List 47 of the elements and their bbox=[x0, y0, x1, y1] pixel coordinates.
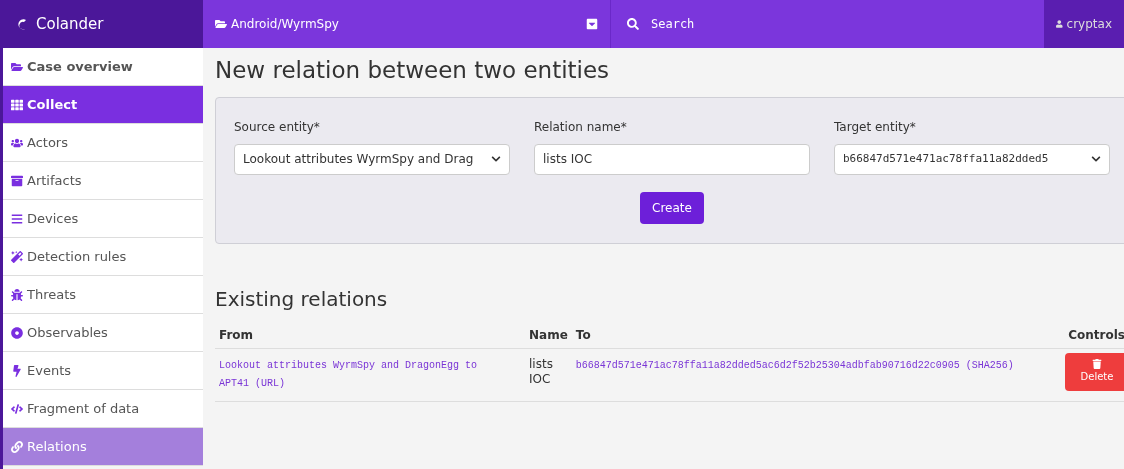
column-header: To bbox=[571, 321, 1063, 349]
column-header: Name bbox=[525, 321, 572, 349]
folder-icon bbox=[215, 18, 227, 30]
grid-icon bbox=[11, 98, 23, 111]
case-selector[interactable]: Android/WyrmSpy bbox=[203, 0, 611, 48]
sidebar-item[interactable]: Devices bbox=[3, 200, 203, 238]
select-field[interactable]: b66847d571e471ac78ffa11a82dded5 bbox=[834, 143, 1110, 175]
bug-icon bbox=[11, 288, 23, 301]
field-label: Relation name* bbox=[534, 118, 628, 136]
link-icon bbox=[11, 440, 23, 453]
sidebar-item[interactable]: Collect bbox=[3, 86, 203, 124]
sidebar-item[interactable]: Detection rules bbox=[3, 238, 203, 276]
brand-name: Colander bbox=[36, 13, 104, 35]
column-header: From bbox=[215, 321, 525, 349]
sidebar-item[interactable]: Threats bbox=[3, 276, 203, 314]
sidebar-item[interactable]: Fragment of data bbox=[3, 390, 203, 428]
page-title: New relation between two entities bbox=[215, 56, 611, 85]
field-label: Source entity* bbox=[234, 118, 321, 136]
entity-link[interactable]: Lookout attributes WyrmSpy and DragonEgg to APT41 (URL) bbox=[219, 356, 509, 393]
archive-icon bbox=[11, 174, 23, 187]
delete-button[interactable]: Delete bbox=[1065, 352, 1124, 391]
search-icon bbox=[627, 18, 639, 30]
users-icon bbox=[11, 136, 23, 149]
list-icon bbox=[11, 212, 23, 225]
relation-name: lists IOC bbox=[529, 356, 554, 387]
input-field[interactable]: lists IOC bbox=[534, 143, 810, 175]
sidebar-item[interactable]: Actors bbox=[3, 124, 203, 162]
field-label: Target entity* bbox=[834, 118, 917, 136]
section-title: Existing relations bbox=[215, 285, 389, 313]
wand-icon bbox=[11, 250, 23, 263]
folder-icon bbox=[11, 60, 23, 73]
user-icon bbox=[1056, 19, 1063, 29]
sidebar-item[interactable]: Artifacts bbox=[3, 162, 203, 200]
create-button[interactable]: Create bbox=[640, 191, 704, 224]
select-field[interactable]: Lookout attributes WyrmSpy and Drag bbox=[234, 143, 510, 175]
bolt-icon bbox=[11, 364, 23, 377]
column-header: Controls bbox=[1062, 321, 1124, 349]
entity-link[interactable]: b66847d571e471ac78ffa11a82dded5ac6d2f52b25304adbfab90716d22c0905 (SHA256) bbox=[575, 356, 1046, 375]
sidebar-item[interactable]: Events bbox=[3, 352, 203, 390]
brand-bar[interactable]: Colander bbox=[0, 0, 203, 48]
code-icon bbox=[11, 402, 23, 415]
sidebar-item[interactable]: Case overview bbox=[3, 48, 203, 86]
trash-icon bbox=[1092, 359, 1102, 370]
user-menu[interactable]: cryptax bbox=[1044, 0, 1124, 48]
caret-icon bbox=[586, 18, 598, 30]
search-field[interactable]: Search bbox=[611, 0, 1044, 48]
sidebar-item[interactable]: Observables bbox=[3, 314, 203, 352]
